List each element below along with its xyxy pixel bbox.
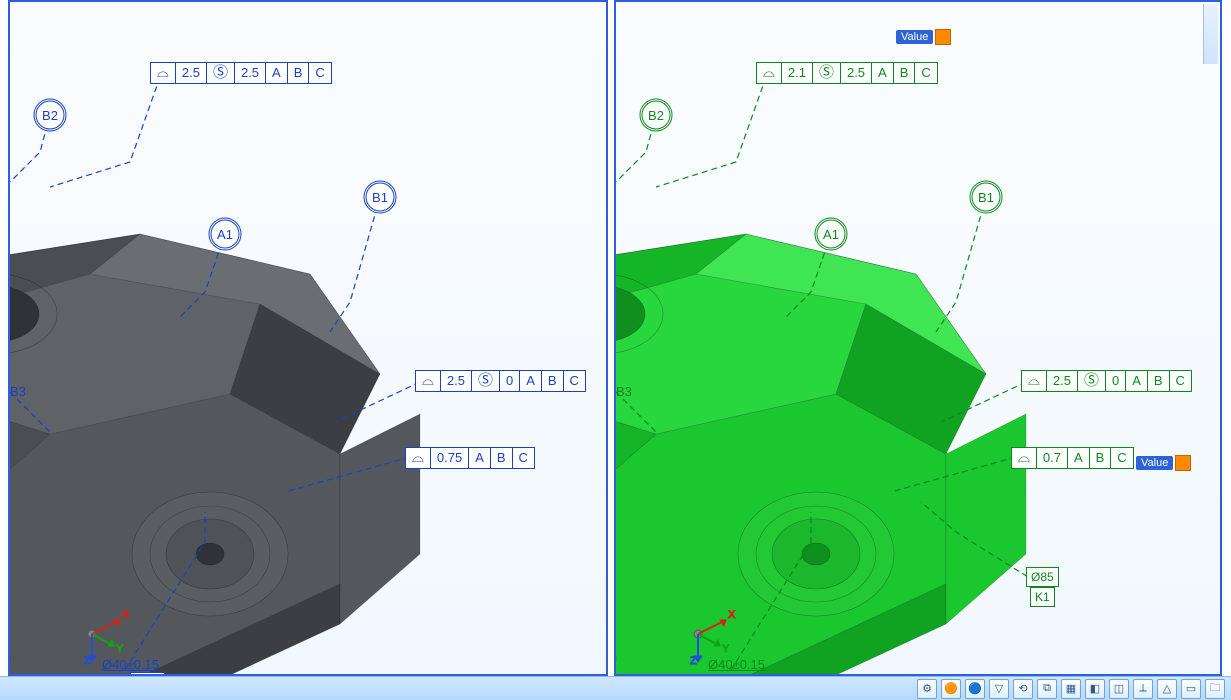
status-icon[interactable]: ◧ [1085,679,1105,699]
profile-surface-icon: ⌓ [756,62,782,84]
datum-label: B2 [42,108,58,123]
datum-balloon-b2[interactable]: B2 [641,100,671,130]
change-flag-top[interactable]: Value [896,28,951,46]
svg-text:Z: Z [690,655,697,667]
fcf-left-lower[interactable]: ⌓ 0.75 A B C [405,447,535,469]
status-bar: ⚙ 🟠 🔵 ▽ ⟲ ⧉ ▦ ◧ ◫ ⟂ △ ▭ 🗀 [0,676,1231,700]
status-icon-tray: ⚙ 🟠 🔵 ▽ ⟲ ⧉ ▦ ◧ ◫ ⟂ △ ▭ 🗀 [917,679,1225,699]
key-ref-side[interactable]: K1 [1030,587,1055,607]
status-icon[interactable]: △ [1157,679,1177,699]
status-icon[interactable]: 🟠 [941,679,961,699]
profile-surface-icon: ⌓ [415,370,441,392]
status-icon[interactable]: ⟲ [1013,679,1033,699]
view-triad[interactable]: X Y Z [72,606,132,666]
datum-balloon-a1[interactable]: A1 [210,219,240,249]
svg-text:Y: Y [116,643,124,655]
datum-balloon-a1[interactable]: A1 [816,219,846,249]
profile-surface-icon: ⌓ [150,62,176,84]
status-icon[interactable]: 🔵 [965,679,985,699]
fcf-right-lower[interactable]: ⌓ 0.7 A B C [1011,447,1134,469]
datum-balloon-b1[interactable]: B1 [971,182,1001,212]
status-icon[interactable]: ◫ [1109,679,1129,699]
right-pane[interactable]: B2 A1 B1 B3 ⌓ 2.1 Ⓢ 2.5 A B C ⌓ 2.5 Ⓢ 0 … [614,0,1222,676]
svg-text:X: X [728,609,736,621]
svg-text:Y: Y [722,643,730,655]
dim-diameter-side[interactable]: Ø85 [1026,567,1059,587]
left-pane[interactable]: B2 A1 B1 B3 ⌓ 2.5 Ⓢ 2.5 A B C ⌓ 2.5 Ⓢ 0 … [8,0,608,676]
profile-surface-icon: ⌓ [405,447,431,469]
status-icon[interactable]: ▦ [1061,679,1081,699]
flag-color-icon [1175,455,1191,471]
status-icon[interactable]: ▭ [1181,679,1201,699]
datum-label: B1 [978,190,994,205]
status-icon[interactable]: ▽ [989,679,1009,699]
profile-surface-icon: ⌓ [1011,447,1037,469]
fcf-right-middle[interactable]: ⌓ 2.5 Ⓢ 0 A B C [1021,370,1192,392]
flag-label: Value [896,30,933,44]
datum-label: A1 [823,227,839,242]
profile-surface-icon: ⌓ [1021,370,1047,392]
view-triad[interactable]: X Y Z [678,606,738,666]
flag-color-icon [935,29,951,45]
fcf-left-middle[interactable]: ⌓ 2.5 Ⓢ 0 A B C [415,370,586,392]
status-icon[interactable]: 🗀 [1205,679,1225,699]
compare-viewport: B2 A1 B1 B3 ⌓ 2.5 Ⓢ 2.5 A B C ⌓ 2.5 Ⓢ 0 … [0,0,1231,700]
pane-tool-strip[interactable] [1203,4,1218,64]
svg-text:X: X [122,609,130,621]
status-icon[interactable]: ⟂ [1133,679,1153,699]
flag-label: Value [1136,456,1173,470]
fcf-left-top[interactable]: ⌓ 2.5 Ⓢ 2.5 A B C [150,62,332,84]
change-flag-lower[interactable]: Value [1136,454,1191,472]
datum-label: B1 [372,190,388,205]
datum-label: B2 [648,108,664,123]
datum-balloon-b2[interactable]: B2 [35,100,65,130]
datum-label: A1 [217,227,233,242]
fcf-right-top[interactable]: ⌓ 2.1 Ⓢ 2.5 A B C [756,62,938,84]
datum-label-b3[interactable]: B3 [10,384,26,399]
datum-label-b3[interactable]: B3 [616,384,632,399]
status-icon[interactable]: ⚙ [917,679,937,699]
status-icon[interactable]: ⧉ [1037,679,1057,699]
datum-balloon-b1[interactable]: B1 [365,182,395,212]
svg-text:Z: Z [84,655,91,667]
